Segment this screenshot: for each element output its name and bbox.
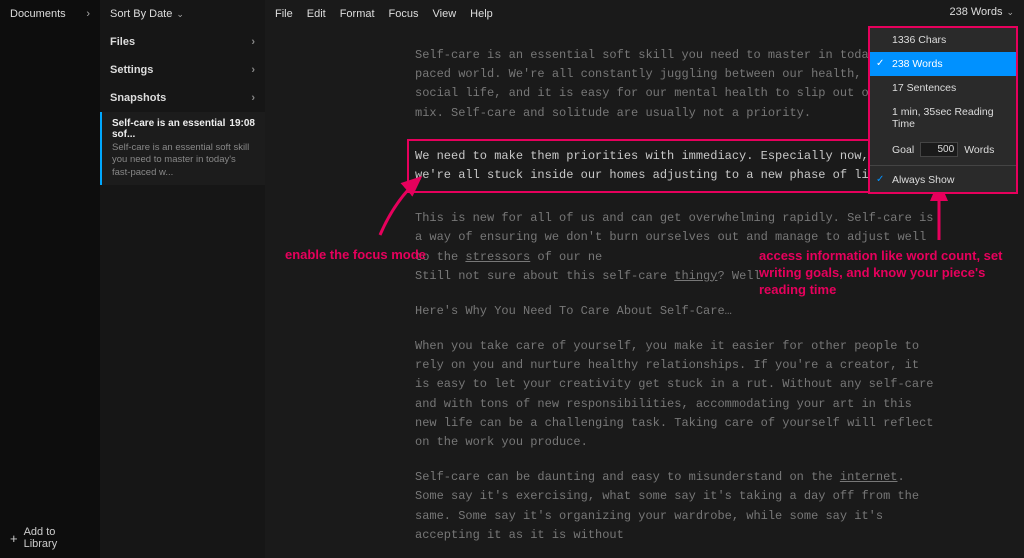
paragraph: Self-care can be daunting and easy to mi…: [415, 468, 934, 545]
menu-focus[interactable]: Focus: [389, 8, 419, 20]
main-area: File Edit Format Focus View Help 238 Wor…: [265, 0, 1024, 558]
files-section[interactable]: Files ›: [100, 28, 265, 56]
stats-words[interactable]: ✓ 238 Words: [870, 52, 1016, 76]
add-to-library-button[interactable]: + Add to Library: [10, 526, 90, 550]
stats-sentences[interactable]: 17 Sentences: [870, 76, 1016, 100]
doc-preview: Self-care is an essential soft skill you…: [112, 142, 255, 179]
menu-edit[interactable]: Edit: [307, 8, 326, 20]
stats-chars[interactable]: 1336 Chars: [870, 28, 1016, 52]
chevron-down-icon: ⌄: [176, 9, 184, 20]
stats-goal-row: Goal Words: [870, 136, 1016, 163]
always-show-label: Always Show: [892, 174, 954, 186]
documents-label: Documents: [10, 8, 66, 20]
snapshots-label: Snapshots: [110, 92, 166, 104]
stats-always-show[interactable]: ✓ Always Show: [870, 168, 1016, 192]
plus-icon: +: [10, 531, 18, 546]
menu-help[interactable]: Help: [470, 8, 493, 20]
check-icon: ✓: [876, 174, 884, 185]
sort-label: Sort By Date: [110, 8, 172, 20]
settings-label: Settings: [110, 64, 153, 76]
spellcheck-word[interactable]: stressors: [465, 250, 530, 264]
leftbar: Documents › + Add to Library: [0, 0, 100, 558]
snapshots-section[interactable]: Snapshots ›: [100, 84, 265, 112]
doc-title: Self-care is an essential sof...: [112, 118, 229, 140]
paragraph: Self-care is an essential soft skill you…: [415, 46, 934, 123]
paragraph: This is new for all of us and can get ov…: [415, 209, 934, 286]
divider: [870, 165, 1016, 166]
sidebar: Sort By Date ⌄ Files › Settings › Snapsh…: [100, 0, 265, 558]
check-icon: ✓: [876, 58, 884, 69]
sort-by-dropdown[interactable]: Sort By Date ⌄: [100, 0, 265, 28]
chevron-down-icon: ⌄: [1006, 7, 1014, 18]
word-count-label: 238 Words: [949, 6, 1002, 18]
paragraph: When you take care of yourself, you make…: [415, 337, 934, 452]
chevron-right-icon: ›: [251, 92, 255, 104]
doc-time: 19:08: [229, 118, 255, 140]
goal-input[interactable]: [920, 142, 958, 157]
add-to-library-label: Add to Library: [24, 526, 90, 550]
goal-label: Goal: [892, 144, 914, 156]
chevron-right-icon: ›: [251, 64, 255, 76]
focused-paragraph: We need to make them priorities with imm…: [407, 139, 942, 193]
stats-words-label: 238 Words: [892, 58, 943, 70]
chevron-right-icon: ›: [251, 36, 255, 48]
menu-view[interactable]: View: [433, 8, 457, 20]
menubar: File Edit Format Focus View Help: [265, 0, 1024, 28]
menu-format[interactable]: Format: [340, 8, 375, 20]
paragraph: Here's Why You Need To Care About Self-C…: [415, 302, 934, 321]
word-count-dropdown-button[interactable]: 238 Words ⌄: [949, 6, 1014, 18]
stats-panel: 1336 Chars ✓ 238 Words 17 Sentences 1 mi…: [868, 26, 1018, 194]
spellcheck-word[interactable]: internet: [840, 470, 898, 484]
settings-section[interactable]: Settings ›: [100, 56, 265, 84]
goal-unit: Words: [964, 144, 994, 156]
files-label: Files: [110, 36, 135, 48]
leftbar-header[interactable]: Documents ›: [10, 8, 90, 20]
menu-file[interactable]: File: [275, 8, 293, 20]
stats-reading-time[interactable]: 1 min, 35sec Reading Time: [870, 100, 1016, 136]
document-list-item[interactable]: Self-care is an essential sof... 19:08 S…: [100, 112, 265, 185]
spellcheck-word[interactable]: thingy: [674, 269, 717, 283]
chevron-right-icon: ›: [86, 8, 90, 20]
